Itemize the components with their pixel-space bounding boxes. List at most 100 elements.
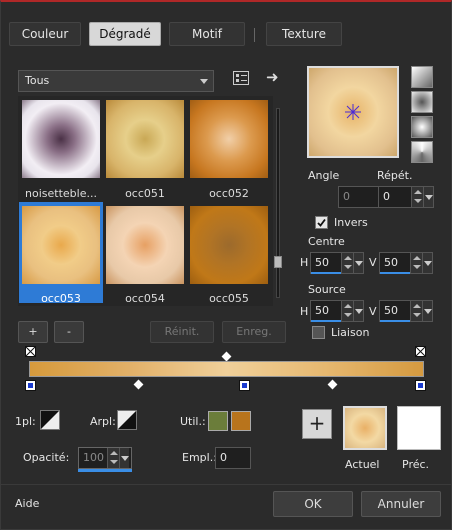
ok-button[interactable]: OK [273, 491, 353, 517]
opacity-bar [78, 469, 132, 472]
scroll-track [276, 108, 280, 298]
link-label: Liaison [331, 326, 370, 339]
opacity-label: Opacité: [23, 451, 70, 464]
repeat-stepper-icon[interactable] [411, 187, 423, 207]
gradient-thumb[interactable] [22, 100, 100, 178]
center-v-bar [380, 272, 410, 274]
linear-style-button[interactable] [411, 66, 433, 88]
color-stop[interactable] [415, 380, 426, 391]
opacity-stop-right[interactable] [415, 346, 426, 357]
foreground-icon[interactable] [40, 410, 60, 430]
invert-label: Invers [334, 216, 368, 229]
arrow-right-icon[interactable]: ➜ [266, 68, 279, 86]
chevron-down-icon [200, 79, 208, 84]
add-stop-button[interactable]: + [302, 409, 332, 439]
gradient-list-scrollbar[interactable] [273, 100, 283, 304]
center-h-dropdown-icon[interactable] [353, 253, 363, 273]
user-color-swatch[interactable] [208, 411, 228, 431]
list-view-icon[interactable] [233, 71, 249, 85]
opacity-value: 100 [83, 451, 104, 464]
color-midpoint[interactable] [133, 379, 144, 390]
source-v-dropdown-icon[interactable] [422, 301, 432, 321]
repeat-dropdown-icon[interactable] [423, 187, 433, 207]
source-v-bar [380, 320, 410, 322]
opacity-midpoint[interactable] [221, 351, 232, 362]
tab-texture[interactable]: Texture [266, 22, 342, 46]
category-value: Tous [25, 74, 50, 87]
angle-label: Angle [308, 169, 340, 182]
source-v-value: 50 [384, 304, 398, 317]
center-crosshair-icon[interactable] [309, 68, 397, 156]
help-link[interactable]: Aide [15, 497, 39, 510]
tab-couleur[interactable]: Couleur [9, 22, 81, 46]
source-h-stepper-icon[interactable] [341, 301, 353, 321]
category-dropdown[interactable]: Tous [18, 70, 214, 92]
source-v-stepper-icon[interactable] [410, 301, 422, 321]
opacity-dropdown-icon[interactable] [119, 448, 129, 468]
center-v-label: V [369, 256, 377, 269]
source-h-dropdown-icon[interactable] [353, 301, 363, 321]
user-color-swatch[interactable] [231, 411, 251, 431]
center-h-stepper-icon[interactable] [341, 253, 353, 273]
center-v-dropdown-icon[interactable] [422, 253, 432, 273]
gradient-thumb[interactable] [190, 100, 268, 178]
gradient-label: occ055 [209, 292, 249, 305]
color-midpoint[interactable] [327, 379, 338, 390]
current-gradient-swatch [343, 406, 387, 450]
background-label: Arpl: [90, 415, 116, 428]
position-value: 0 [220, 451, 227, 464]
repeat-value: 0 [383, 190, 390, 203]
center-h-value: 50 [315, 256, 329, 269]
gradient-label: occ052 [209, 187, 249, 200]
scroll-thumb[interactable] [274, 256, 282, 268]
center-v-value: 50 [384, 256, 398, 269]
previous-gradient-swatch [397, 406, 441, 450]
gradient-label: occ054 [125, 292, 165, 305]
remove-gradient-button[interactable]: - [54, 321, 84, 343]
color-stop[interactable] [25, 380, 36, 391]
sunburst-style-button[interactable] [411, 141, 433, 163]
tab-motif[interactable]: Motif [169, 22, 245, 46]
rectangular-style-button[interactable] [411, 91, 433, 113]
position-field[interactable]: 0 [215, 447, 251, 469]
gradient-label: occ051 [125, 187, 165, 200]
center-v-spinner[interactable]: 50 [379, 252, 433, 274]
gradient-thumb[interactable] [106, 206, 184, 284]
center-v-stepper-icon[interactable] [410, 253, 422, 273]
position-label: Empl.: [182, 451, 217, 464]
use-label: Util.: [180, 415, 206, 428]
repeat-spinner[interactable]: 0 [378, 186, 434, 208]
invert-checkbox[interactable] [315, 216, 328, 229]
save-button[interactable]: Enreg. [222, 321, 286, 343]
gradient-thumb[interactable] [106, 100, 184, 178]
gradient-thumb[interactable] [22, 206, 100, 284]
add-gradient-button[interactable]: + [18, 321, 48, 343]
center-h-label: H [300, 256, 309, 269]
opacity-stepper-icon[interactable] [107, 448, 119, 468]
gradient-label: noisetteble... [25, 187, 97, 200]
center-h-spinner[interactable]: 50 [310, 252, 364, 274]
source-v-spinner[interactable]: 50 [379, 300, 433, 322]
angle-value: 0 [343, 190, 350, 203]
opacity-stop-left[interactable] [25, 346, 36, 357]
cancel-button[interactable]: Annuler [361, 491, 441, 517]
previous-label: Préc. [402, 458, 430, 471]
color-stop[interactable] [239, 380, 250, 391]
source-v-label: V [369, 305, 377, 318]
tab-separator [254, 28, 255, 42]
radial-style-button[interactable] [411, 116, 433, 138]
link-checkbox[interactable] [312, 326, 325, 339]
reset-button[interactable]: Réinit. [150, 321, 214, 343]
gradient-thumb[interactable] [190, 206, 268, 284]
gradient-dialog: Couleur Dégradé Motif Texture Tous ➜ noi… [0, 0, 452, 530]
gradient-preview[interactable] [307, 66, 399, 158]
opacity-spinner[interactable]: 100 [78, 447, 132, 469]
source-h-spinner[interactable]: 50 [310, 300, 364, 322]
gradient-bar[interactable] [29, 361, 424, 377]
background-icon[interactable] [117, 410, 137, 430]
check-icon [317, 218, 326, 227]
repeat-label: Répét. [377, 169, 413, 182]
source-h-bar [311, 320, 341, 322]
tab-degrade[interactable]: Dégradé [89, 22, 161, 46]
footer-divider [1, 484, 451, 485]
